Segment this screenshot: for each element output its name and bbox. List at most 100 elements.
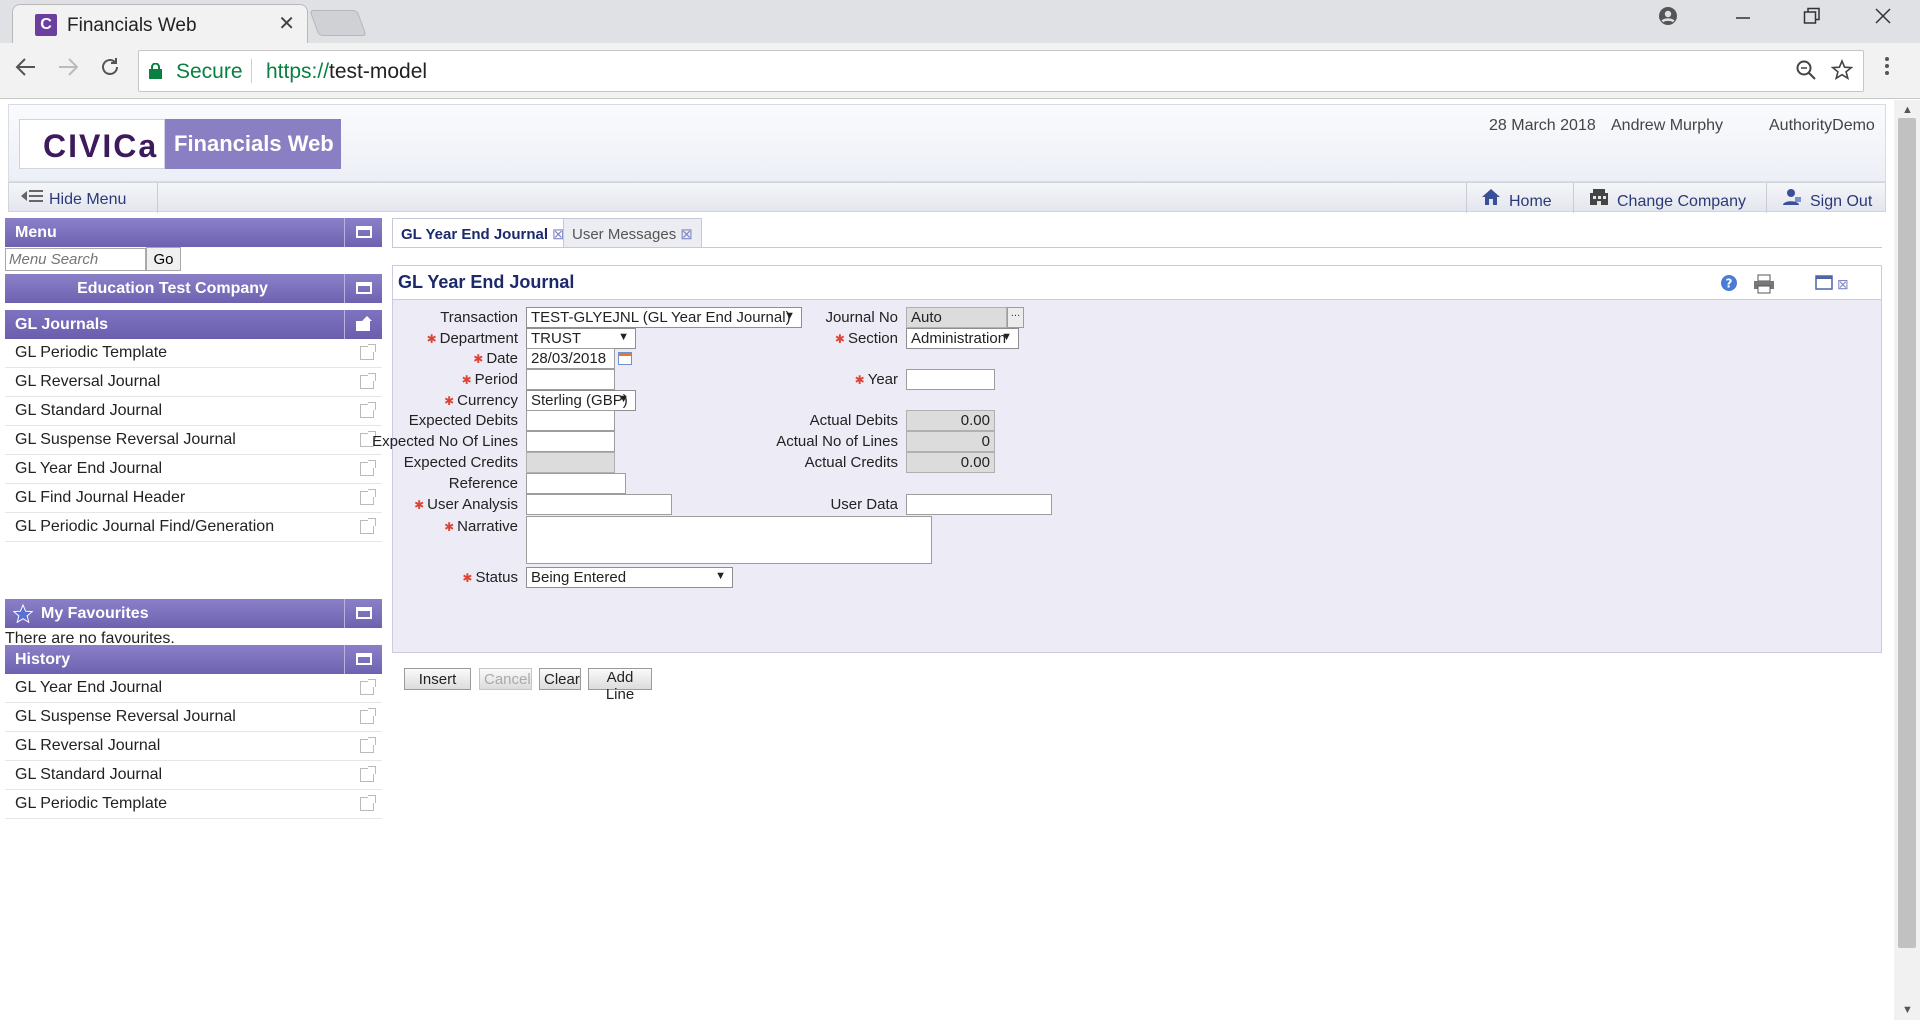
forward-arrow-icon[interactable]	[56, 55, 80, 83]
app-banner: CIVICa Financials Web 28 March 2018 Andr…	[8, 104, 1886, 182]
clear-button[interactable]: Clear	[539, 668, 581, 690]
restore-icon[interactable]	[1803, 6, 1821, 32]
history-item[interactable]: GL Year End Journal	[5, 674, 382, 703]
page-scrollbar[interactable]: ▲ ▼	[1894, 100, 1920, 1020]
open-new-window-icon[interactable]	[360, 489, 376, 505]
narrative-label-text: Narrative	[457, 518, 518, 535]
open-new-window-icon[interactable]	[360, 402, 376, 418]
scroll-down-arrow-icon[interactable]: ▼	[1902, 1004, 1913, 1016]
history-item[interactable]: GL Suspense Reversal Journal	[5, 703, 382, 732]
history-item[interactable]: GL Reversal Journal	[5, 732, 382, 761]
gl-journals-header[interactable]: GL Journals	[5, 310, 382, 339]
hide-menu-button[interactable]: Hide Menu	[21, 188, 126, 209]
civica-logo: CIVICa	[19, 119, 165, 169]
expected-lines-label: Expected No Of Lines	[372, 433, 518, 450]
menu-item-gl-reversal-journal[interactable]: GL Reversal Journal	[5, 368, 382, 397]
required-marker: ✱	[414, 498, 425, 512]
user-data-field[interactable]	[906, 494, 1052, 515]
menu-item-gl-standard-journal[interactable]: GL Standard Journal	[5, 397, 382, 426]
tab-close-icon[interactable]: ⊠	[680, 226, 693, 243]
tab-close-icon[interactable]: ✕	[278, 11, 295, 36]
required-marker: ✱	[426, 332, 437, 346]
change-company-link[interactable]: Change Company	[1589, 188, 1746, 211]
scrollbar-thumb[interactable]	[1898, 118, 1916, 948]
tab-gl-year-end-journal[interactable]: GL Year End Journal ⊠	[392, 218, 574, 248]
tab-label: User Messages	[572, 226, 677, 243]
open-new-window-icon[interactable]	[360, 679, 376, 695]
narrative-textarea[interactable]	[526, 516, 932, 564]
insert-button[interactable]: Insert	[404, 668, 471, 690]
profile-icon[interactable]	[1658, 6, 1678, 32]
sign-out-link[interactable]: Sign Out	[1782, 188, 1872, 211]
minimize-icon[interactable]	[1735, 6, 1751, 32]
civica-logo-text: CIVICa	[43, 128, 159, 164]
window-close-icon[interactable]	[1874, 6, 1892, 32]
cancel-button: Cancel	[479, 668, 532, 690]
open-new-window-icon[interactable]	[360, 766, 376, 782]
home-link[interactable]: Home	[1481, 188, 1552, 211]
reference-field[interactable]	[526, 473, 626, 494]
menu-item-gl-periodic-journal-find[interactable]: GL Periodic Journal Find/Generation	[5, 513, 382, 542]
menu-item-gl-suspense-reversal-journal[interactable]: GL Suspense Reversal Journal	[5, 426, 382, 455]
history-collapse-button[interactable]	[344, 645, 382, 674]
menu-item-label: GL Reversal Journal	[15, 373, 161, 390]
menu-collapse-button[interactable]	[344, 218, 382, 247]
transaction-select[interactable]: TEST-GLYEJNL (GL Year End Journal) ▼	[526, 307, 802, 328]
menu-item-gl-periodic-template[interactable]: GL Periodic Template	[5, 339, 382, 368]
browser-menu-icon[interactable]	[1884, 55, 1890, 84]
history-list: GL Year End Journal GL Suspense Reversal…	[5, 674, 382, 819]
expected-lines-field[interactable]	[526, 431, 615, 452]
maximize-icon[interactable]	[1815, 274, 1835, 296]
open-new-window-icon[interactable]	[360, 795, 376, 811]
open-new-window-icon[interactable]	[360, 373, 376, 389]
folder-up-button[interactable]	[344, 310, 382, 339]
section-value: Administration	[911, 330, 1007, 347]
user-analysis-label-text: User Analysis	[427, 496, 518, 513]
change-company-button[interactable]	[344, 274, 382, 303]
window-icon	[356, 226, 372, 238]
open-new-window-icon[interactable]	[360, 460, 376, 476]
panel-close-icon[interactable]: ⊠	[1837, 276, 1849, 293]
add-line-button[interactable]: Add Line	[588, 668, 652, 703]
help-icon[interactable]: ?	[1720, 274, 1738, 296]
history-item[interactable]: GL Periodic Template	[5, 790, 382, 819]
expected-debits-field[interactable]	[526, 410, 615, 431]
menu-item-gl-year-end-journal[interactable]: GL Year End Journal	[5, 455, 382, 484]
currency-select[interactable]: Sterling (GBP) ▼	[526, 390, 636, 411]
new-tab-button[interactable]	[309, 10, 367, 36]
open-new-window-icon[interactable]	[360, 344, 376, 360]
history-item[interactable]: GL Standard Journal	[5, 761, 382, 790]
open-new-window-icon[interactable]	[360, 518, 376, 534]
menu-search-go-button[interactable]: Go	[146, 247, 181, 271]
section-select[interactable]: Administration ▼	[906, 328, 1019, 349]
status-value: Being Entered	[531, 569, 627, 586]
reload-icon[interactable]	[98, 55, 122, 83]
currency-value: Sterling (GBP)	[531, 392, 628, 409]
open-new-window-icon[interactable]	[360, 708, 376, 724]
status-select[interactable]: Being Entered ▼	[526, 567, 733, 588]
calendar-icon[interactable]	[616, 349, 634, 369]
menu-search-input[interactable]	[5, 247, 146, 271]
favourites-collapse-button[interactable]	[344, 599, 382, 628]
department-select[interactable]: TRUST ▼	[526, 328, 636, 349]
bookmark-star-icon[interactable]	[1830, 58, 1854, 87]
user-analysis-field[interactable]	[526, 494, 672, 515]
scroll-up-arrow-icon[interactable]: ▲	[1902, 104, 1913, 116]
year-field[interactable]	[906, 369, 995, 390]
browser-tab[interactable]: C Financials Web ✕	[12, 4, 308, 43]
history-title: History	[15, 651, 71, 668]
period-field[interactable]	[526, 369, 615, 390]
url-text[interactable]: https://test-model	[266, 60, 427, 84]
back-arrow-icon[interactable]	[14, 55, 38, 83]
year-label: ✱ Year	[855, 371, 898, 388]
address-bar[interactable]: Secure https://test-model	[138, 50, 1864, 92]
expected-credits-field	[526, 452, 615, 473]
journal-lookup-button[interactable]: …	[1007, 307, 1024, 328]
zoom-icon[interactable]	[1795, 59, 1817, 87]
date-field[interactable]	[526, 348, 615, 369]
tab-user-messages[interactable]: User Messages ⊠	[563, 218, 702, 248]
currency-label-text: Currency	[457, 392, 518, 409]
open-new-window-icon[interactable]	[360, 737, 376, 753]
menu-item-gl-find-journal-header[interactable]: GL Find Journal Header	[5, 484, 382, 513]
print-icon[interactable]	[1753, 274, 1775, 298]
